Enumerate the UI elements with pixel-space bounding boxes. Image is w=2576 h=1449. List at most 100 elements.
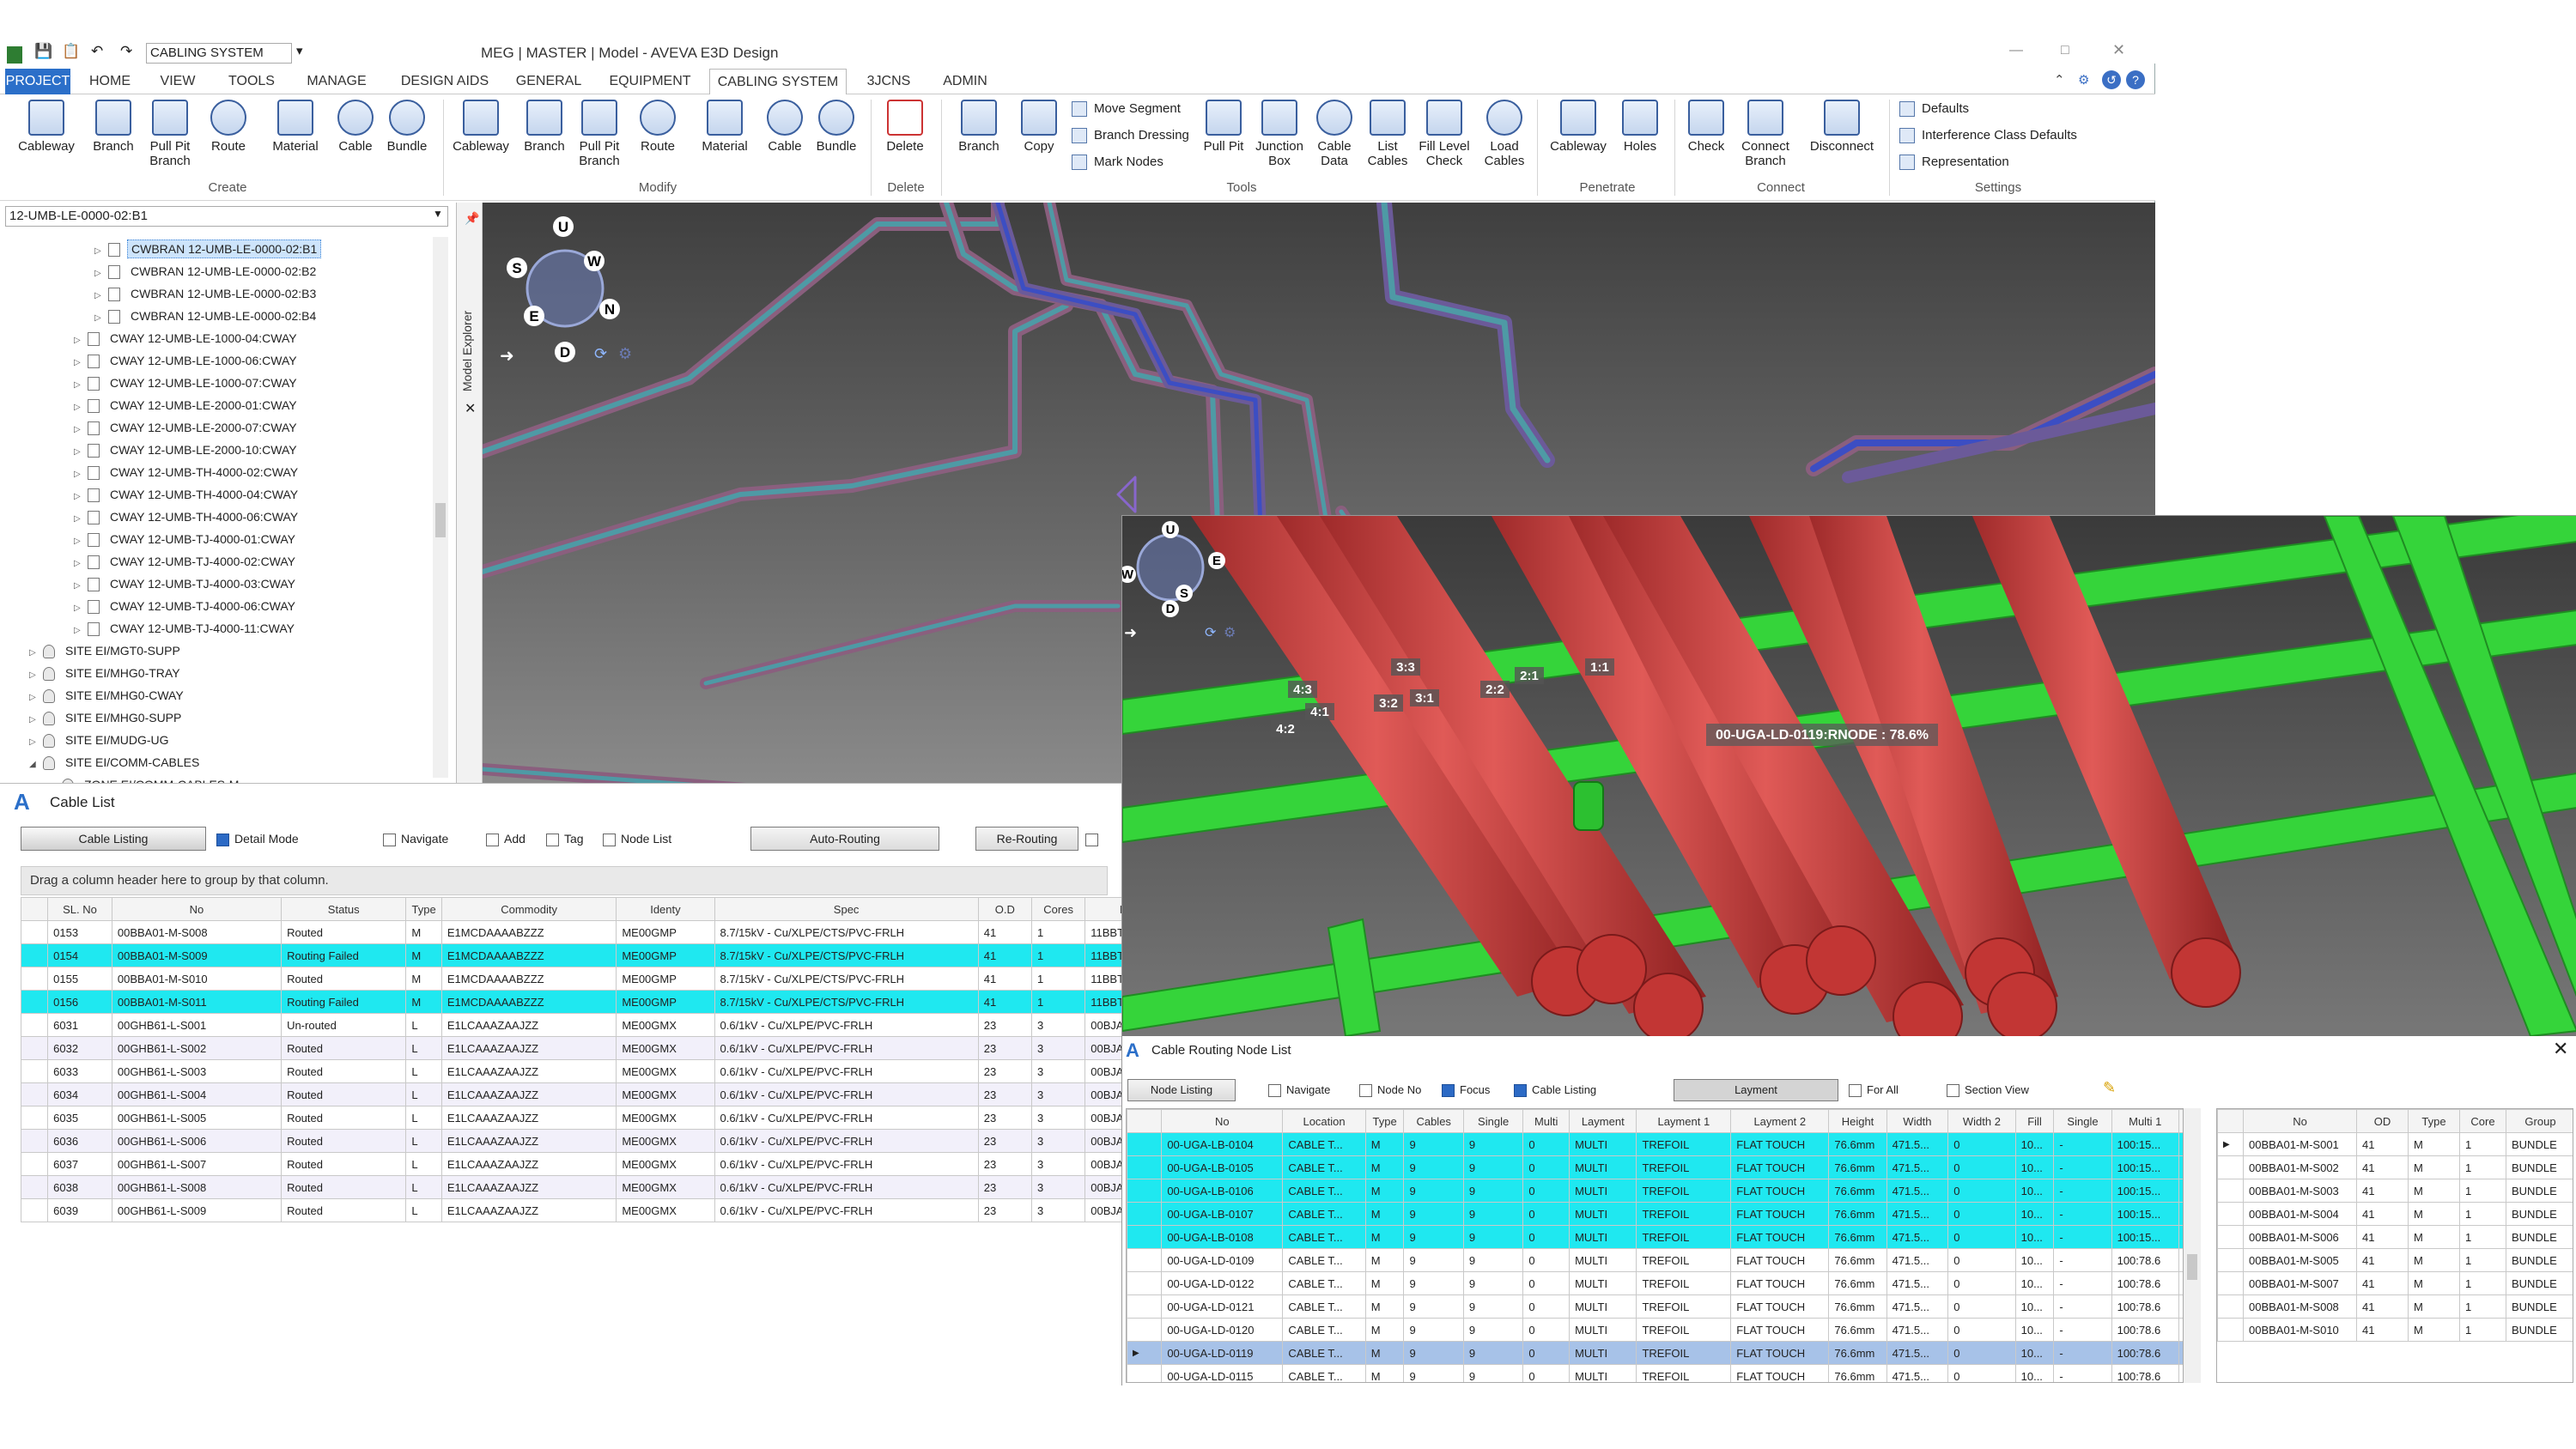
check-button[interactable]: Check — [1680, 100, 1733, 187]
penetrate-cableway-button[interactable]: Cableway — [1546, 100, 1611, 187]
row-selector[interactable] — [2217, 1294, 2244, 1319]
explorer-path-combo[interactable]: 12-UMB-LE-0000-02:B1 — [5, 206, 448, 227]
modify-branch-button[interactable]: Branch — [515, 100, 574, 187]
expanded-icon[interactable]: ◢ — [29, 755, 38, 775]
row-selector[interactable] — [2217, 1179, 2244, 1203]
clipboard-icon[interactable]: 📋 — [62, 43, 80, 60]
tab-home[interactable]: HOME — [82, 69, 137, 94]
marker-icon[interactable]: ✎ — [2103, 1079, 2116, 1097]
tab-equipment[interactable]: EQUIPMENT — [603, 69, 697, 94]
settings-icon[interactable]: ⚙ — [2078, 72, 2089, 88]
table-row[interactable]: 00-UGA-LD-0109 CABLE T... M 9 9 0 MULTI TREFOIL… — [1127, 1248, 2183, 1272]
table-row[interactable]: 00-UGA-LD-0121 CABLE T... M 9 9 0 MULTI TREFOIL… — [1127, 1294, 2183, 1319]
column-header[interactable]: OD — [2356, 1109, 2409, 1133]
collapse-ribbon-icon[interactable]: ⌃ — [2054, 72, 2065, 88]
row-selector[interactable] — [2217, 1271, 2244, 1295]
row-selector[interactable] — [21, 1013, 49, 1037]
row-selector[interactable] — [2217, 1248, 2244, 1272]
column-header[interactable]: No — [2243, 1109, 2357, 1133]
delete-button[interactable]: Delete — [876, 100, 934, 187]
table-row[interactable]: 00BBA01-M-S008 41 M 1 BUNDLE — [2217, 1294, 2573, 1319]
expand-icon[interactable]: ▷ — [74, 598, 82, 619]
table-row[interactable]: 00BBA01-M-S004 41 M 1 BUNDLE — [2217, 1202, 2573, 1226]
navigate-checkbox[interactable]: Navigate — [383, 831, 448, 846]
column-header[interactable]: Spec — [714, 897, 979, 921]
row-selector[interactable] — [21, 1198, 49, 1222]
table-row[interactable]: 6035 00GHB61-L-S005 Routed L E1LCAAAZAAJZZ ME… — [21, 1106, 1125, 1130]
row-selector[interactable] — [2217, 1318, 2244, 1342]
tree-item-cway[interactable]: ▷ CWAY 12-UMB-TJ-4000-01:CWAY — [74, 529, 299, 549]
expand-icon[interactable]: ▷ — [74, 576, 82, 597]
help-icon[interactable]: ? — [2126, 70, 2145, 89]
row-selector[interactable] — [1127, 1271, 1163, 1295]
3d-viewport-cable-tray[interactable]: 4:3 4:2 4:1 3:3 3:2 3:1 2:2 2:1 1:1 00-UGA-LD-01… — [1122, 516, 2576, 1036]
row-selector[interactable] — [21, 967, 49, 991]
expand-icon[interactable]: ▷ — [74, 442, 82, 463]
pull-pit-button[interactable]: Pull Pit — [1199, 100, 1249, 187]
row-selector[interactable] — [1127, 1155, 1163, 1179]
tree-item-cway[interactable]: ▷ CWAY 12-UMB-LE-2000-07:CWAY — [74, 417, 301, 438]
table-row[interactable]: 00-UGA-LB-0104 CABLE T... M 9 9 0 MULTI TREFOIL… — [1127, 1132, 2183, 1156]
interference-class-defaults-button[interactable]: Interference Class Defaults — [1899, 128, 2077, 144]
copy-button[interactable]: Copy — [1010, 100, 1068, 187]
junction-box-button[interactable]: Junction Box — [1250, 100, 1309, 187]
expand-icon[interactable]: ▷ — [94, 264, 103, 284]
tree-item-cwbran[interactable]: ▷ CWBRAN 12-UMB-LE-0000-02:B1 — [94, 239, 322, 259]
orbit-icon[interactable]: ⟳ — [594, 345, 607, 363]
tree-item-site[interactable]: ▷ SITE EI/MHG0-CWAY — [29, 685, 187, 706]
column-header[interactable]: Layment — [1569, 1109, 1637, 1133]
column-header[interactable]: Core — [2459, 1109, 2506, 1133]
column-header[interactable]: SL. No — [47, 897, 112, 921]
navigation-cube[interactable]: U S W E N D — [491, 209, 637, 364]
detail-mode-checkbox[interactable]: Detail Mode — [216, 831, 299, 846]
model-explorer-side-tab[interactable]: Model Explorer 📌 ✕ — [457, 203, 483, 783]
tab-design-aids[interactable]: DESIGN AIDS — [393, 69, 496, 94]
row-selector[interactable] — [2217, 1155, 2244, 1179]
expand-icon[interactable]: ▷ — [74, 531, 82, 552]
expand-icon[interactable]: ▷ — [29, 665, 38, 686]
expand-icon[interactable]: ▷ — [29, 710, 38, 731]
expand-icon[interactable]: ▷ — [74, 375, 82, 396]
chevron-down-icon[interactable]: ▼ — [433, 208, 443, 220]
navigate-arrow-icon[interactable]: ➜ — [500, 345, 514, 367]
tree-item-site[interactable]: ◢ SITE EI/COMM-CABLES — [29, 752, 203, 773]
table-row[interactable]: 6031 00GHB61-L-S001 Un-routed L E1LCAAAZAAJZ… — [21, 1013, 1125, 1037]
table-row[interactable]: 00-UGA-LB-0106 CABLE T... M 9 9 0 MULTI TREFOIL… — [1127, 1179, 2183, 1203]
tree-item-cway[interactable]: ▷ CWAY 12-UMB-TH-4000-06:CWAY — [74, 506, 301, 527]
table-row[interactable]: 6039 00GHB61-L-S009 Routed L E1LCAAAZAAJZZ ME… — [21, 1198, 1125, 1222]
row-selector[interactable] — [21, 1152, 49, 1176]
redo-icon[interactable]: ↷ — [120, 43, 132, 60]
row-selector[interactable] — [1127, 1294, 1163, 1319]
modify-bundle-button[interactable]: Bundle — [807, 100, 866, 187]
tree-item-site[interactable]: ▷ SITE EI/MGT0-SUPP — [29, 640, 184, 661]
table-row[interactable]: 00BBA01-M-S007 41 M 1 BUNDLE — [2217, 1271, 2573, 1295]
tools-branch-button[interactable]: Branch — [950, 100, 1008, 187]
close-panel-icon[interactable]: ✕ — [465, 400, 476, 417]
create-branch-button[interactable]: Branch — [84, 100, 143, 187]
group-by-hint[interactable]: Drag a column header here to group by th… — [21, 866, 1108, 895]
expand-icon[interactable]: ▷ — [74, 330, 82, 351]
focus-checkbox[interactable]: Focus — [1442, 1082, 1490, 1098]
table-row[interactable]: 00BBA01-M-S006 41 M 1 BUNDLE — [2217, 1225, 2573, 1249]
tree-item-cway[interactable]: ▷ CWAY 12-UMB-TJ-4000-06:CWAY — [74, 596, 299, 616]
column-header[interactable]: Fill — [2014, 1109, 2055, 1133]
create-bundle-button[interactable]: Bundle — [378, 100, 436, 187]
expand-icon[interactable]: ▷ — [74, 487, 82, 507]
row-selector[interactable] — [2217, 1202, 2244, 1226]
table-row[interactable]: ▶ 00-UGA-LD-0119 CABLE T... M 9 9 0 MULTI TREFOI… — [1127, 1341, 2183, 1365]
tab-tools[interactable]: TOOLS — [220, 69, 283, 94]
create-pull-pit-branch-button[interactable]: Pull Pit Branch — [141, 100, 199, 187]
table-row[interactable]: ▶ 00BBA01-M-S001 41 M 1 BUNDLE — [2217, 1132, 2573, 1156]
load-cables-button[interactable]: Load Cables — [1479, 100, 1530, 187]
column-header[interactable]: Multi 1 — [2111, 1109, 2179, 1133]
minimize-icon[interactable]: — — [2009, 43, 2023, 58]
tree-item-cway[interactable]: ▷ CWAY 12-UMB-LE-2000-01:CWAY — [74, 395, 301, 415]
column-header[interactable]: Single — [2053, 1109, 2112, 1133]
close-icon[interactable]: ✕ — [2553, 1038, 2568, 1060]
tab-admin[interactable]: ADMIN — [933, 69, 998, 94]
table-row[interactable]: 00BBA01-M-S010 41 M 1 BUNDLE — [2217, 1318, 2573, 1342]
column-header[interactable]: Single — [1462, 1109, 1524, 1133]
column-header[interactable]: Multi — [1522, 1109, 1571, 1133]
table-row[interactable]: 0153 00BBA01-M-S008 Routed M E1MCDAAAABZZZ ME… — [21, 920, 1125, 944]
tag-checkbox[interactable]: Tag — [546, 831, 584, 846]
